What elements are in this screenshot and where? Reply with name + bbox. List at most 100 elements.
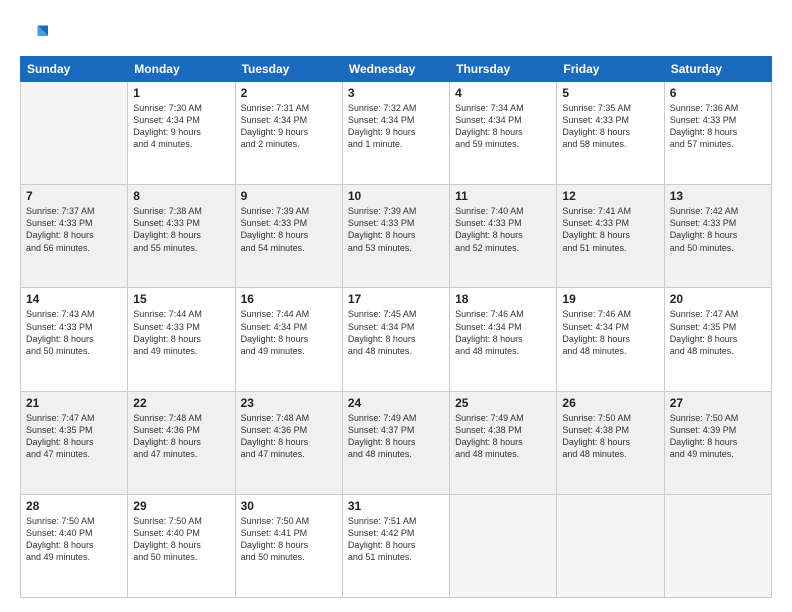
cell-details: Sunrise: 7:36 AM Sunset: 4:33 PM Dayligh… [670,102,766,151]
calendar-cell: 13 Sunrise: 7:42 AM Sunset: 4:33 PM Dayli… [664,185,771,288]
day-number: 27 [670,396,766,410]
cell-details: Sunrise: 7:41 AM Sunset: 4:33 PM Dayligh… [562,205,658,254]
calendar-cell: 18 Sunrise: 7:46 AM Sunset: 4:34 PM Dayli… [450,288,557,391]
day-number: 9 [241,189,337,203]
calendar-cell [21,82,128,185]
logo [20,22,52,50]
day-number: 22 [133,396,229,410]
day-number: 10 [348,189,444,203]
calendar-week-row: 21 Sunrise: 7:47 AM Sunset: 4:35 PM Dayli… [21,391,772,494]
calendar-cell: 1Sunrise: 7:30 AM Sunset: 4:34 PM Daylig… [128,82,235,185]
calendar-cell: 30 Sunrise: 7:50 AM Sunset: 4:41 PM Dayli… [235,494,342,597]
day-number: 3 [348,86,444,100]
cell-details: Sunrise: 7:49 AM Sunset: 4:38 PM Dayligh… [455,412,551,461]
calendar-cell: 5 Sunrise: 7:35 AM Sunset: 4:33 PM Daylig… [557,82,664,185]
calendar-cell: 22 Sunrise: 7:48 AM Sunset: 4:36 PM Dayli… [128,391,235,494]
day-number: 18 [455,292,551,306]
calendar-cell [450,494,557,597]
day-number: 31 [348,499,444,513]
calendar-cell: 10 Sunrise: 7:39 AM Sunset: 4:33 PM Dayli… [342,185,449,288]
day-number: 29 [133,499,229,513]
cell-details: Sunrise: 7:50 AM Sunset: 4:41 PM Dayligh… [241,515,337,564]
day-number: 1 [133,86,229,100]
calendar-cell: 27 Sunrise: 7:50 AM Sunset: 4:39 PM Dayli… [664,391,771,494]
cell-details: Sunrise: 7:44 AM Sunset: 4:33 PM Dayligh… [133,308,229,357]
cell-details: Sunrise: 7:47 AM Sunset: 4:35 PM Dayligh… [26,412,122,461]
cell-details: Sunrise: 7:50 AM Sunset: 4:40 PM Dayligh… [26,515,122,564]
calendar-cell: 6 Sunrise: 7:36 AM Sunset: 4:33 PM Daylig… [664,82,771,185]
cell-details: Sunrise: 7:35 AM Sunset: 4:33 PM Dayligh… [562,102,658,151]
weekday-header-monday: Monday [128,57,235,82]
weekday-header-saturday: Saturday [664,57,771,82]
day-number: 2 [241,86,337,100]
cell-details: Sunrise: 7:34 AM Sunset: 4:34 PM Dayligh… [455,102,551,151]
cell-details: Sunrise: 7:31 AM Sunset: 4:34 PM Dayligh… [241,102,337,151]
cell-details: Sunrise: 7:38 AM Sunset: 4:33 PM Dayligh… [133,205,229,254]
calendar-cell: 17 Sunrise: 7:45 AM Sunset: 4:34 PM Dayli… [342,288,449,391]
cell-details: Sunrise: 7:39 AM Sunset: 4:33 PM Dayligh… [241,205,337,254]
day-number: 20 [670,292,766,306]
cell-details: Sunrise: 7:42 AM Sunset: 4:33 PM Dayligh… [670,205,766,254]
calendar-cell: 23 Sunrise: 7:48 AM Sunset: 4:36 PM Dayli… [235,391,342,494]
calendar-cell: 2 Sunrise: 7:31 AM Sunset: 4:34 PM Daylig… [235,82,342,185]
cell-details: Sunrise: 7:46 AM Sunset: 4:34 PM Dayligh… [562,308,658,357]
day-number: 6 [670,86,766,100]
calendar-cell: 24 Sunrise: 7:49 AM Sunset: 4:37 PM Dayli… [342,391,449,494]
calendar-cell: 31Sunrise: 7:51 AM Sunset: 4:42 PM Dayli… [342,494,449,597]
calendar: SundayMondayTuesdayWednesdayThursdayFrid… [20,56,772,598]
calendar-cell: 16 Sunrise: 7:44 AM Sunset: 4:34 PM Dayli… [235,288,342,391]
day-number: 25 [455,396,551,410]
cell-details: Sunrise: 7:44 AM Sunset: 4:34 PM Dayligh… [241,308,337,357]
day-number: 16 [241,292,337,306]
logo-icon [20,22,48,50]
day-number: 14 [26,292,122,306]
calendar-cell: 15 Sunrise: 7:44 AM Sunset: 4:33 PM Dayli… [128,288,235,391]
calendar-cell: 25 Sunrise: 7:49 AM Sunset: 4:38 PM Dayli… [450,391,557,494]
calendar-cell: 26Sunrise: 7:50 AM Sunset: 4:38 PM Dayli… [557,391,664,494]
calendar-cell: 7Sunrise: 7:37 AM Sunset: 4:33 PM Daylig… [21,185,128,288]
calendar-cell [557,494,664,597]
cell-details: Sunrise: 7:46 AM Sunset: 4:34 PM Dayligh… [455,308,551,357]
day-number: 13 [670,189,766,203]
day-number: 7 [26,189,122,203]
day-number: 8 [133,189,229,203]
day-number: 4 [455,86,551,100]
weekday-header-row: SundayMondayTuesdayWednesdayThursdayFrid… [21,57,772,82]
cell-details: Sunrise: 7:47 AM Sunset: 4:35 PM Dayligh… [670,308,766,357]
header [20,18,772,50]
cell-details: Sunrise: 7:40 AM Sunset: 4:33 PM Dayligh… [455,205,551,254]
calendar-cell: 21 Sunrise: 7:47 AM Sunset: 4:35 PM Dayli… [21,391,128,494]
page: SundayMondayTuesdayWednesdayThursdayFrid… [0,0,792,612]
cell-details: Sunrise: 7:45 AM Sunset: 4:34 PM Dayligh… [348,308,444,357]
calendar-week-row: 28 Sunrise: 7:50 AM Sunset: 4:40 PM Dayli… [21,494,772,597]
day-number: 15 [133,292,229,306]
calendar-cell: 8 Sunrise: 7:38 AM Sunset: 4:33 PM Daylig… [128,185,235,288]
day-number: 5 [562,86,658,100]
cell-details: Sunrise: 7:50 AM Sunset: 4:38 PM Dayligh… [562,412,658,461]
calendar-cell [664,494,771,597]
day-number: 24 [348,396,444,410]
calendar-cell: 19Sunrise: 7:46 AM Sunset: 4:34 PM Dayli… [557,288,664,391]
day-number: 30 [241,499,337,513]
weekday-header-friday: Friday [557,57,664,82]
cell-details: Sunrise: 7:48 AM Sunset: 4:36 PM Dayligh… [133,412,229,461]
weekday-header-tuesday: Tuesday [235,57,342,82]
weekday-header-wednesday: Wednesday [342,57,449,82]
calendar-week-row: 14 Sunrise: 7:43 AM Sunset: 4:33 PM Dayli… [21,288,772,391]
day-number: 28 [26,499,122,513]
calendar-cell: 3 Sunrise: 7:32 AM Sunset: 4:34 PM Daylig… [342,82,449,185]
day-number: 23 [241,396,337,410]
day-number: 21 [26,396,122,410]
day-number: 17 [348,292,444,306]
calendar-week-row: 7Sunrise: 7:37 AM Sunset: 4:33 PM Daylig… [21,185,772,288]
cell-details: Sunrise: 7:43 AM Sunset: 4:33 PM Dayligh… [26,308,122,357]
cell-details: Sunrise: 7:49 AM Sunset: 4:37 PM Dayligh… [348,412,444,461]
cell-details: Sunrise: 7:32 AM Sunset: 4:34 PM Dayligh… [348,102,444,151]
calendar-cell: 12Sunrise: 7:41 AM Sunset: 4:33 PM Dayli… [557,185,664,288]
cell-details: Sunrise: 7:39 AM Sunset: 4:33 PM Dayligh… [348,205,444,254]
cell-details: Sunrise: 7:48 AM Sunset: 4:36 PM Dayligh… [241,412,337,461]
calendar-cell: 28 Sunrise: 7:50 AM Sunset: 4:40 PM Dayli… [21,494,128,597]
calendar-cell: 11Sunrise: 7:40 AM Sunset: 4:33 PM Dayli… [450,185,557,288]
cell-details: Sunrise: 7:50 AM Sunset: 4:39 PM Dayligh… [670,412,766,461]
cell-details: Sunrise: 7:50 AM Sunset: 4:40 PM Dayligh… [133,515,229,564]
